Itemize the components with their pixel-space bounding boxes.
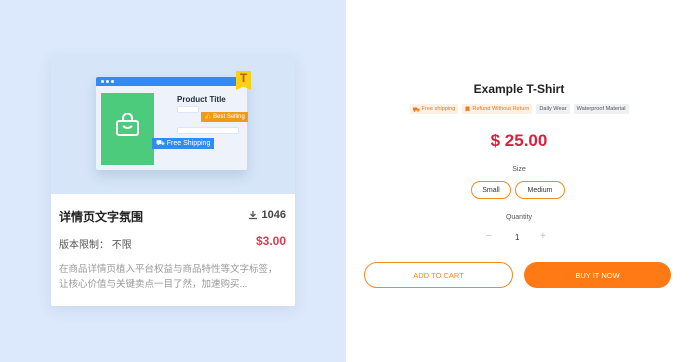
quantity-label: Quantity (505, 214, 533, 221)
mock-text-line (177, 106, 199, 113)
tag-refund: Refund Without Return (462, 104, 533, 114)
left-panel: Product Title 👍 Best Selling ⛟ Free Ship… (0, 0, 346, 362)
refund-icon (465, 106, 470, 112)
size-option-small[interactable]: Small (471, 181, 511, 199)
tag-waterproof: Waterproof Material (573, 104, 629, 114)
template-title: 详情页文字氛围 (59, 210, 144, 224)
truck-icon (412, 107, 419, 112)
mock-product-image (101, 93, 154, 165)
template-card[interactable]: Product Title 👍 Best Selling ⛟ Free Ship… (51, 56, 295, 306)
mock-text-line (177, 127, 239, 134)
product-tags: Free shipping Refund Without Return Dail… (346, 104, 692, 114)
thumbs-up-icon: 👍 (204, 114, 212, 120)
add-to-cart-button[interactable]: ADD TO CART (364, 262, 513, 288)
window-dot-icon (106, 80, 109, 83)
download-icon (248, 211, 257, 220)
tag-daily-wear: Daily Wear (536, 104, 570, 114)
version-limit: 版本限制： 不限 (59, 240, 132, 251)
mock-product-page: Product Title 👍 Best Selling ⛟ Free Ship… (96, 77, 248, 170)
best-selling-badge: 👍 Best Selling (201, 112, 248, 122)
quantity-increase-button[interactable]: + (540, 231, 546, 242)
tag-free-shipping: Free shipping (409, 104, 459, 114)
tag-label: Refund Without Return (472, 106, 530, 112)
handbag-icon (116, 113, 139, 136)
template-description: 在商品详情页植入平台权益与商品特性等文字标签，让核心价值与关键卖点一目了然，加速… (59, 264, 278, 290)
download-count-value: 1046 (261, 209, 286, 221)
template-preview: Product Title 👍 Best Selling ⛟ Free Ship… (51, 56, 295, 194)
download-count: 1046 (248, 209, 286, 221)
buy-now-button[interactable]: BUY IT NOW (524, 262, 671, 288)
free-shipping-label: Free Shipping (166, 140, 211, 147)
mock-window-bar (96, 77, 247, 86)
window-dot-icon (111, 80, 114, 83)
mock-product-title: Product Title (177, 95, 226, 104)
tag-label: Free shipping (421, 106, 456, 112)
product-detail-panel: Example T-Shirt Free shipping Refund Wit… (346, 0, 692, 362)
size-label: Size (512, 166, 526, 173)
best-selling-label: Best Selling (213, 114, 245, 120)
product-title: Example T-Shirt (473, 82, 565, 96)
quantity-decrease-button[interactable]: − (486, 231, 492, 242)
template-price: $3.00 (255, 234, 286, 248)
product-price: $ 25.00 (490, 131, 548, 150)
truck-icon: ⛟ (156, 140, 165, 147)
free-shipping-badge: ⛟ Free Shipping (152, 138, 215, 149)
size-option-medium[interactable]: Medium (515, 181, 565, 199)
quantity-value[interactable]: 1 (515, 233, 519, 242)
window-dot-icon (101, 80, 104, 83)
